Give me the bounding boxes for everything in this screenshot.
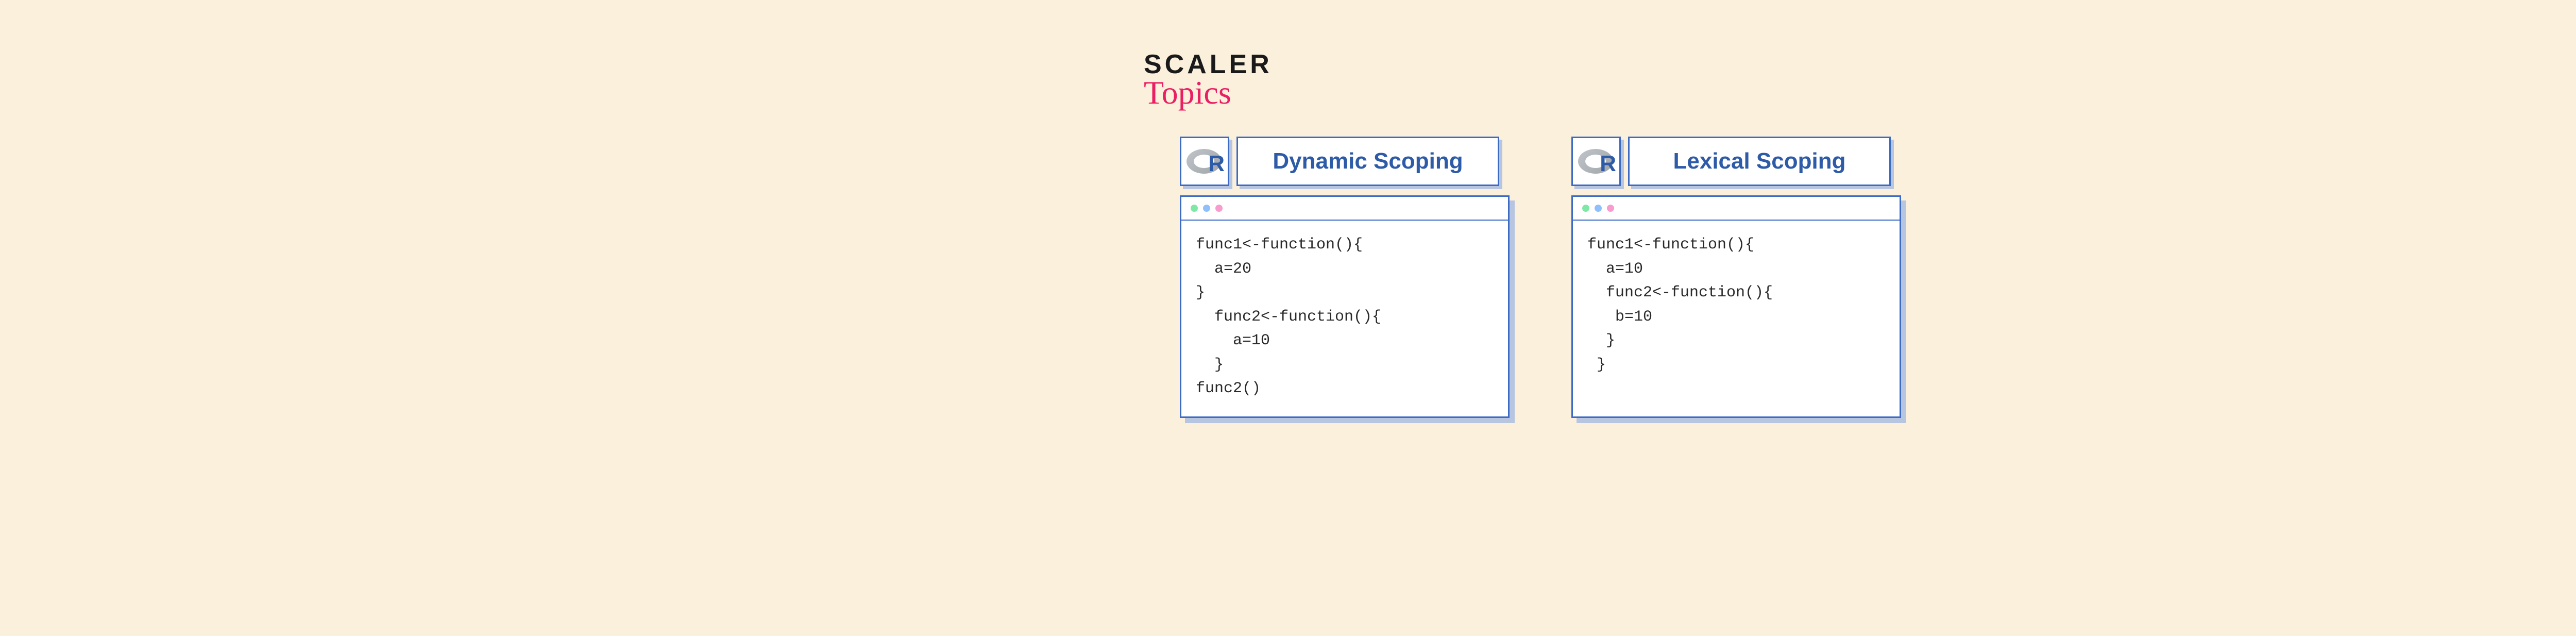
dynamic-scoping-panel: R Dynamic Scoping func1<-function(){ — [1180, 137, 1510, 418]
traffic-dot-icon — [1191, 205, 1198, 212]
title-tab: Dynamic Scoping — [1236, 137, 1499, 186]
panel-title: Dynamic Scoping — [1273, 148, 1463, 174]
traffic-dot-icon — [1203, 205, 1210, 212]
panel-title: Lexical Scoping — [1673, 148, 1846, 174]
r-icon-tab: R — [1180, 137, 1229, 186]
window-title-bar — [1181, 197, 1508, 221]
window-title-bar — [1573, 197, 1900, 221]
tab-row: R Dynamic Scoping — [1180, 137, 1510, 186]
title-tab: Lexical Scoping — [1628, 137, 1891, 186]
code-window: func1<-function(){ a=20 } func2<-functio… — [1180, 195, 1510, 418]
code-content: func1<-function(){ a=10 func2<-function(… — [1573, 221, 1900, 416]
code-window: func1<-function(){ a=10 func2<-function(… — [1571, 195, 1901, 418]
traffic-dot-icon — [1215, 205, 1223, 212]
r-logo-icon: R — [1578, 148, 1614, 175]
lexical-scoping-panel: R Lexical Scoping func1<-function(){ — [1571, 137, 1901, 418]
r-icon-tab: R — [1571, 137, 1621, 186]
traffic-dot-icon — [1582, 205, 1589, 212]
scaler-logo: SCALER Topics — [1144, 49, 1273, 112]
code-content: func1<-function(){ a=20 } func2<-functio… — [1181, 221, 1508, 416]
traffic-dot-icon — [1607, 205, 1614, 212]
tab-row: R Lexical Scoping — [1571, 137, 1901, 186]
traffic-dot-icon — [1595, 205, 1602, 212]
r-logo-icon: R — [1187, 148, 1223, 175]
panels-container: R Dynamic Scoping func1<-function(){ — [1180, 137, 1901, 418]
